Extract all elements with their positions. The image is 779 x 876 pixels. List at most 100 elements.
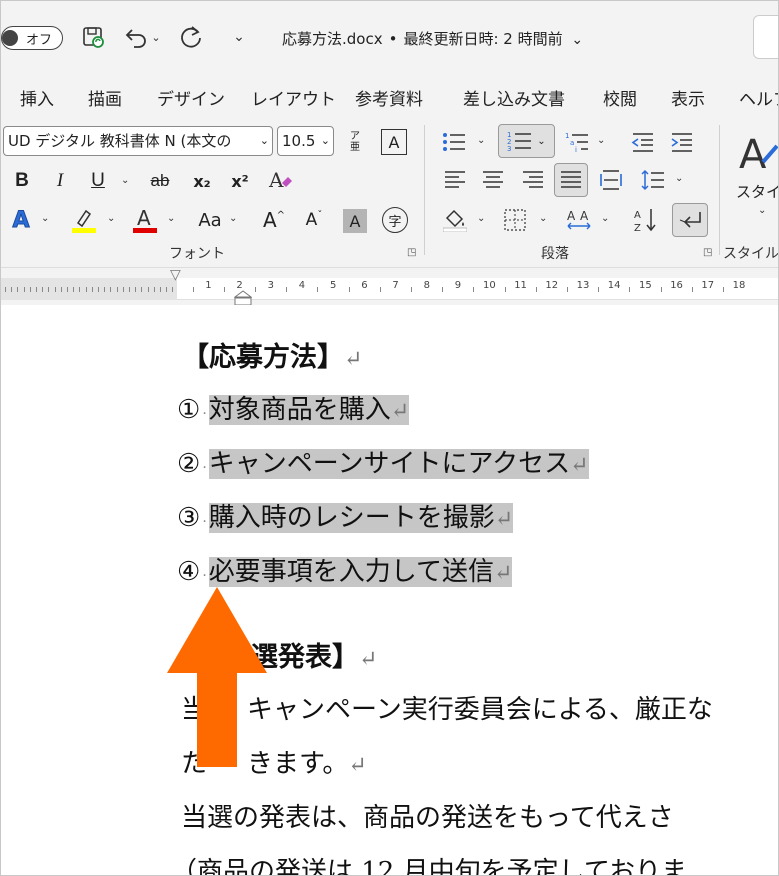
bullets-button[interactable] [441,127,467,157]
tab-layout[interactable]: レイアウト [251,85,336,110]
undo-dropdown-icon[interactable]: ⌄ [149,21,163,53]
chevron-down-icon: ⌄ [320,134,330,147]
ruler-tick [286,287,288,292]
char-shading-button[interactable]: A [343,209,367,233]
chevron-down-icon[interactable]: ⌄ [41,213,49,224]
tab-design[interactable]: デザイン [157,85,225,110]
decrease-indent-button[interactable] [630,127,656,157]
underline-button[interactable]: U [85,167,111,195]
space-mark: · [202,406,207,422]
undo-icon[interactable] [123,21,151,53]
customize-toolbar-icon[interactable]: ⌄ [225,21,253,53]
chevron-down-icon[interactable]: ⌄ [107,213,115,224]
tab-review[interactable]: 校閲 [603,85,637,110]
chevron-down-icon[interactable]: ⌄ [121,175,129,186]
body-line-4[interactable]: （商品の発送は 12 月中旬を予定しておりま [171,851,687,875]
redo-icon[interactable] [177,21,205,53]
horizontal-ruler[interactable]: 1 2 3 4 5 6 7 8 9 10 11 12 13 14 15 16 17 18 ▽ [1,267,778,306]
font-dialog-launcher-icon[interactable]: ◳ [407,247,416,258]
highlight-button[interactable] [69,205,99,235]
autosave-toggle[interactable]: オフ [1,26,63,50]
chevron-down-icon[interactable]: ⌄ [477,213,485,224]
font-size-combo[interactable]: 10.5 ⌄ [277,126,334,156]
clear-formatting-button[interactable]: A [267,165,295,197]
font-name-combo[interactable]: UD デジタル 教科書体 N (本文の ⌄ [3,126,273,156]
borders-button[interactable] [501,205,529,235]
multilevel-list-button[interactable]: 1ai [564,127,590,157]
chevron-down-icon[interactable]: ⌄ [539,213,547,224]
increase-indent-button[interactable] [669,127,695,157]
tab-insert[interactable]: 挿入 [20,85,54,110]
chevron-down-icon[interactable]: ⌄ [675,173,683,184]
shrink-font-button[interactable]: Aˇ [299,205,329,235]
asian-layout-icon: AA [567,209,591,230]
tab-view[interactable]: 表示 [671,85,705,110]
body-line-3[interactable]: 当選の発表は、商品の発送をもって代えさ [181,797,674,834]
grow-font-button[interactable]: A ^ [259,205,289,235]
tab-draw[interactable]: 描画 [88,85,122,110]
font-color-button[interactable]: A [131,205,159,235]
styles-icon: A [739,132,778,176]
annotation-arrow-up-icon [167,587,267,767]
heading-winner-announcement[interactable]: 選発表】↵ [251,635,377,674]
group-divider [424,125,425,255]
paragraph-mark-icon: ↵ [570,453,589,478]
chevron-down-icon[interactable]: ⌄ [167,213,175,224]
char-border-button[interactable]: A [381,129,407,155]
ruby-button[interactable]: ア亜 [341,127,369,157]
paragraph-mark-icon: ↵ [494,561,513,586]
change-case-button[interactable]: Aa [193,205,227,235]
strikethrough-button[interactable]: ab [143,167,177,195]
sort-button[interactable]: AZ [631,205,659,235]
asian-layout-button[interactable]: AA [565,205,593,235]
chevron-down-icon[interactable]: ⌄ [229,213,237,224]
chevron-down-icon[interactable]: ⌄ [597,135,605,146]
ruler-tick [67,287,68,292]
align-left-button[interactable] [441,165,469,195]
tab-help[interactable]: ヘルプ [739,85,778,110]
heading-application-method[interactable]: 【応募方法】↵ [182,335,362,374]
ruler-tick [110,287,112,292]
paragraph-dialog-launcher-icon[interactable]: ◳ [703,247,712,258]
first-line-indent-marker[interactable]: ▽ [170,267,181,283]
body-text: キャンペーン実行委員会による、厳正な [247,695,713,725]
justify-button[interactable] [554,163,588,197]
hanging-indent-marker[interactable] [234,290,252,306]
text-effects-button[interactable]: A [7,205,35,235]
group-divider [719,125,720,255]
tab-mailings[interactable]: 差し込み文書 [463,85,565,110]
line-spacing-button[interactable] [639,165,667,195]
ruler-tick [85,287,87,292]
distributed-button[interactable] [597,165,625,195]
save-icon[interactable] [79,21,107,53]
subscript-button[interactable]: x₂ [189,167,215,195]
bold-button[interactable]: B [9,167,35,195]
chevron-down-icon[interactable]: ⌄ [601,213,609,224]
document-page[interactable]: 【応募方法】↵ ① ·対象商品を購入↵ ② ·キャンペーンサイトにアクセス↵ ③ ·購… [1,305,778,875]
chevron-down-icon[interactable]: ⌄ [477,135,485,146]
step-item-3[interactable]: ③ ·購入時のレシートを撮影↵ [177,497,514,534]
italic-button[interactable]: I [47,167,73,195]
ruler-tick [160,287,161,292]
show-formatting-marks-button[interactable] [672,203,708,237]
step-text-selected: 購入時のレシートを撮影↵ [208,503,514,533]
superscript-button[interactable]: x² [227,167,253,195]
step-item-1[interactable]: ① ·対象商品を購入↵ [177,389,410,426]
shading-button[interactable] [441,205,469,235]
step-item-2[interactable]: ② ·キャンペーンサイトにアクセス↵ [177,443,589,480]
document-title[interactable]: 応募方法.docx • 最終更新日時: 2 時間前 ⌄ [282,28,583,49]
step-item-4[interactable]: ④ ·必要事項を入力して送信↵ [177,551,513,588]
align-center-button[interactable] [479,165,507,195]
styles-gallery-button[interactable]: A [735,127,778,177]
ruler-number: 9 [454,280,462,291]
chevron-down-icon[interactable]: ⌄ [758,205,766,216]
titlebar-button[interactable] [753,15,778,59]
tab-references[interactable]: 参考資料 [355,85,423,110]
align-right-button[interactable] [519,165,547,195]
numbering-button[interactable]: 123 ⌄ [498,124,555,158]
ruler-number: 8 [423,280,430,291]
char-border-icon: A [388,132,400,152]
enclose-char-button[interactable]: 字 [382,207,408,233]
ruler-tick [629,287,631,292]
step-text-selected: キャンペーンサイトにアクセス↵ [208,449,589,479]
